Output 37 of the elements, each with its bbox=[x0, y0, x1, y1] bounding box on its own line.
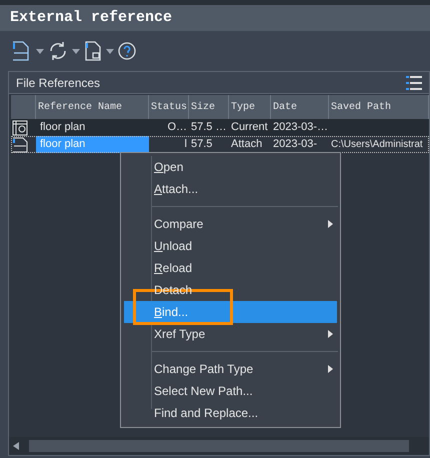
dropdown-caret-icon[interactable] bbox=[106, 48, 114, 54]
window-title: External reference bbox=[10, 8, 172, 28]
menu-item[interactable]: Compare bbox=[124, 213, 337, 235]
list-view-icon[interactable] bbox=[406, 76, 422, 90]
table-cell: floor plan bbox=[36, 136, 149, 153]
menu-item[interactable]: Change Path Type bbox=[124, 358, 337, 380]
scrollbar-thumb[interactable] bbox=[29, 440, 409, 452]
menu-item[interactable]: Xref Type bbox=[124, 323, 337, 345]
table-cell-text: 57.5 … bbox=[190, 120, 228, 136]
table-cell-text: Attach bbox=[230, 137, 264, 152]
table-cell-text: 2023-03-… bbox=[272, 120, 329, 136]
menu-item[interactable]: Reload bbox=[124, 257, 337, 279]
dwg-file-icon bbox=[12, 136, 28, 152]
table-cell-text: C:\Users\Administrat bbox=[330, 138, 424, 152]
table-cell-text: l bbox=[184, 137, 188, 152]
drawing-pin-icon bbox=[12, 120, 28, 136]
submenu-arrow-icon bbox=[328, 220, 333, 228]
menu-item[interactable]: Open bbox=[124, 156, 337, 178]
table-cell-text: floor plan bbox=[39, 120, 86, 136]
table-cell-text: 2023-03- bbox=[272, 137, 318, 152]
dropdown-caret-icon[interactable] bbox=[72, 48, 80, 54]
dropdown-caret-icon[interactable] bbox=[36, 48, 44, 54]
table-cell-text: O… bbox=[166, 120, 188, 136]
scroll-left-icon[interactable] bbox=[13, 442, 19, 450]
panel-title: File References bbox=[16, 74, 100, 92]
menu-item[interactable]: Attach... bbox=[124, 178, 337, 200]
table-cell-text: Current bbox=[230, 120, 269, 136]
menu-item[interactable]: Select New Path... bbox=[124, 380, 337, 402]
help-icon[interactable] bbox=[118, 42, 136, 60]
submenu-arrow-icon bbox=[328, 330, 333, 338]
menu-item[interactable]: Unload bbox=[124, 235, 337, 257]
menu-item[interactable]: Detach bbox=[124, 279, 337, 301]
document-icon[interactable] bbox=[84, 41, 102, 61]
submenu-arrow-icon bbox=[328, 365, 333, 373]
menu-item[interactable]: Find and Replace... bbox=[124, 402, 337, 424]
refresh-icon[interactable] bbox=[48, 41, 68, 61]
table-cell-text: 57.5 bbox=[190, 137, 214, 152]
